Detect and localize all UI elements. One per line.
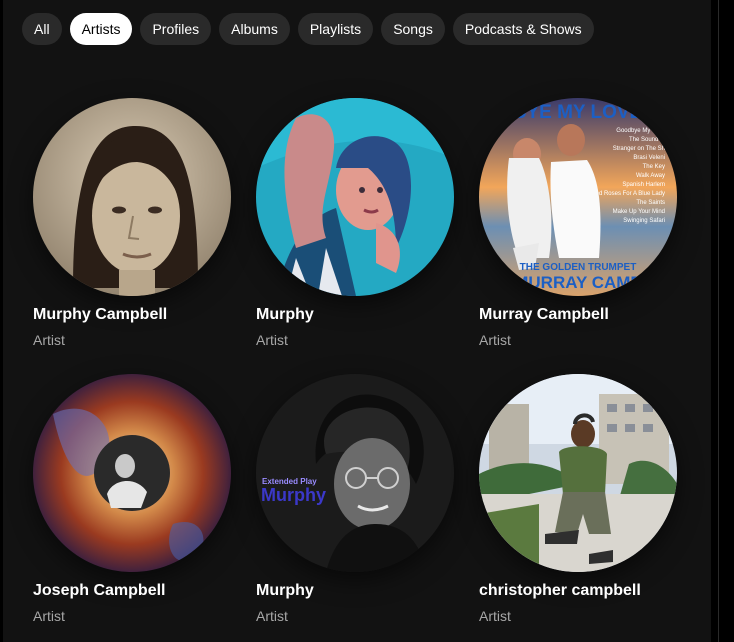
album-track: Swinging Safari xyxy=(623,218,665,224)
artist-type: Artist xyxy=(479,608,511,624)
artist-type: Artist xyxy=(256,608,288,624)
album-cover-artist: MURRAY CAMP xyxy=(514,273,642,292)
artist-avatar: Extended Play Murphy xyxy=(256,374,454,572)
album-track: The Sound of xyxy=(629,137,665,143)
album-track: The Key xyxy=(643,164,665,170)
artist-avatar xyxy=(33,374,231,572)
artist-avatar xyxy=(256,98,454,296)
artist-name: Murray Campbell xyxy=(479,306,609,323)
scrollbar-track xyxy=(718,0,719,642)
album-track: Brasi Veleni xyxy=(633,155,665,161)
artist-name: Murphy xyxy=(256,306,314,323)
artist-avatar: DBYE MY LOVE Goodbye My Love The Sound o… xyxy=(479,98,677,296)
filter-chip-profiles[interactable]: Profiles xyxy=(140,13,212,45)
artist-card[interactable]: Murphy Artist xyxy=(245,98,465,348)
album-track: Walk Away xyxy=(636,173,665,179)
album-cover-footer: THE GOLDEN TRUMPET xyxy=(520,262,637,273)
artist-card[interactable]: christopher campbell Artist xyxy=(468,374,688,624)
scrollbar[interactable] xyxy=(711,0,734,642)
album-track: Red Roses For A Blue Lady xyxy=(591,191,665,197)
artist-card[interactable]: Extended Play Murphy Murphy Artist xyxy=(245,374,465,624)
album-track: Spanish Harlem xyxy=(622,182,665,188)
ep-cover-title: Murphy xyxy=(261,485,326,505)
album-track: Stranger on The Sh xyxy=(613,146,665,152)
filter-chip-songs[interactable]: Songs xyxy=(381,13,445,45)
artist-name: christopher campbell xyxy=(479,582,641,599)
artist-card[interactable]: Joseph Campbell Artist xyxy=(22,374,242,624)
artist-name: Murphy xyxy=(256,582,314,599)
album-track: The Saints xyxy=(636,200,665,206)
artist-type: Artist xyxy=(33,332,65,348)
window-edge xyxy=(0,0,3,642)
artist-card[interactable]: Murphy Campbell Artist xyxy=(22,98,242,348)
album-cover-title: DBYE MY LOVE xyxy=(499,102,642,123)
artist-type: Artist xyxy=(479,332,511,348)
artist-avatar xyxy=(33,98,231,296)
album-track: Make Up Your Mind xyxy=(613,209,665,215)
artist-type: Artist xyxy=(256,332,288,348)
filter-chip-podcasts-shows[interactable]: Podcasts & Shows xyxy=(452,13,594,45)
artist-name: Murphy Campbell xyxy=(33,306,168,323)
artist-card[interactable]: DBYE MY LOVE Goodbye My Love The Sound o… xyxy=(468,98,688,348)
filter-chip-albums[interactable]: Albums xyxy=(219,13,290,45)
album-track: Goodbye My Love xyxy=(616,128,665,134)
artist-name: Joseph Campbell xyxy=(33,582,166,599)
artist-type: Artist xyxy=(33,608,65,624)
filter-chip-all[interactable]: All xyxy=(22,13,62,45)
filter-chip-playlists[interactable]: Playlists xyxy=(297,13,374,45)
artist-avatar xyxy=(479,374,677,572)
filter-chip-artists[interactable]: Artists xyxy=(69,13,133,45)
filter-chips: All Artists Profiles Albums Playlists So… xyxy=(22,13,594,45)
